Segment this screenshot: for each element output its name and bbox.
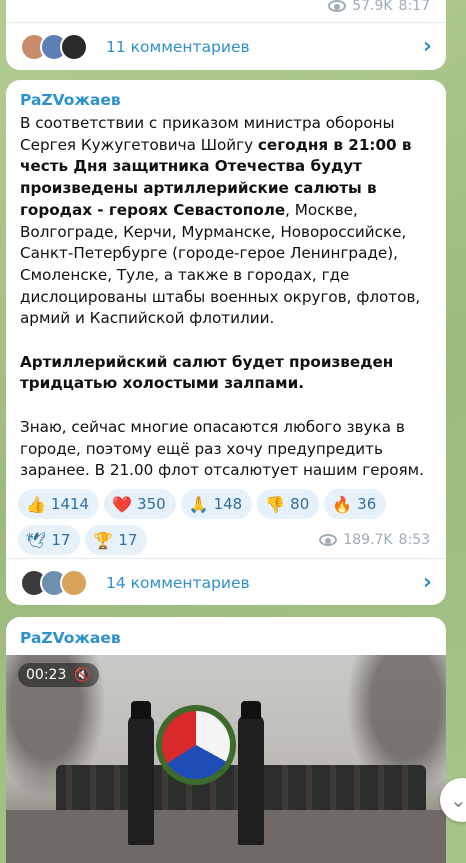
previous-post-comments-row[interactable]: 11 комментариев › [6,22,446,70]
reaction-thumbs-up[interactable]: 👍 1414 [18,489,100,519]
video-frame-detail [238,701,264,845]
post-meta: 189.7K 8:53 [319,532,430,548]
reaction-count: 1414 [50,495,90,513]
heart-icon: ❤️ [112,494,133,514]
views-eye-icon [328,0,347,12]
post-text-bold-segment: Артиллерийский салют будет произведен тр… [20,352,394,393]
reaction-count: 36 [357,495,377,513]
dove-icon: 🕊 [26,530,47,550]
reaction-heart[interactable]: ❤️ 350 [104,489,176,519]
chevron-right-icon: › [422,34,432,59]
next-post-card: PaZVoжaeв 00:23 🔇 [6,617,446,863]
previous-post-meta: 57.9K 8:17 [328,0,430,14]
fire-icon: 🔥 [332,494,353,514]
post-paragraph-3: Знаю, сейчас многие опасаются любого зву… [20,417,424,480]
avatar [60,568,88,597]
thumbs-up-icon: 👍 [26,494,46,514]
reaction-count: 80 [290,495,310,513]
pray-icon: 🙏 [188,494,209,514]
video-player[interactable]: 00:23 🔇 [6,655,446,863]
video-frame-detail [6,810,446,863]
avatar [60,32,88,61]
previous-post-card: 57.9K 8:17 11 комментариев › [6,0,446,70]
chevron-right-icon: › [422,570,432,595]
post-author[interactable]: PaZVoжaeв [20,629,121,647]
commenter-avatars [20,568,88,597]
post-time: 8:53 [398,532,430,548]
reaction-count: 148 [213,495,243,513]
reaction-fire[interactable]: 🔥 36 [324,489,387,519]
video-time-badge: 00:23 🔇 [18,663,99,687]
mute-icon[interactable]: 🔇 [74,668,90,683]
post-text-segment: , Москве, Волгограде, Керчи, Мурманске, … [20,200,421,328]
post-author[interactable]: PaZVoжaeв [20,91,121,109]
reaction-thumbs-down[interactable]: 👎 80 [257,489,320,519]
reaction-count: 17 [118,531,138,549]
previous-post-time: 8:17 [398,0,430,14]
post-views: 189.7K [343,532,393,548]
reaction-trophy[interactable]: 🏆 17 [85,525,148,555]
trophy-icon: 🏆 [93,530,114,550]
views-eye-icon [319,534,338,546]
reaction-count: 350 [137,495,166,513]
reaction-pray[interactable]: 🙏 148 [180,489,253,519]
main-post-card: PaZVoжaeв В соответствии с приказом мини… [6,80,446,605]
comments-link[interactable]: 14 комментариев [106,574,250,592]
video-frame-detail [156,705,236,785]
previous-post-views: 57.9K [352,0,393,14]
video-frame-detail [128,701,154,845]
commenter-avatars [20,32,88,61]
post-paragraph-2: Артиллерийский салют будет произведен тр… [20,352,430,395]
comments-link[interactable]: 11 комментариев [106,38,250,56]
chevron-down-icon: ⌄ [450,788,466,812]
reaction-dove[interactable]: 🕊 17 [18,525,81,555]
video-duration: 00:23 [26,667,67,683]
post-paragraph-1: В соответствии с приказом министра оборо… [20,113,430,330]
post-text: В соответствии с приказом министра оборо… [20,113,430,482]
post-comments-row[interactable]: 14 комментариев › [6,558,446,606]
thumbs-down-icon: 👎 [265,494,286,514]
reaction-count: 17 [51,531,71,549]
